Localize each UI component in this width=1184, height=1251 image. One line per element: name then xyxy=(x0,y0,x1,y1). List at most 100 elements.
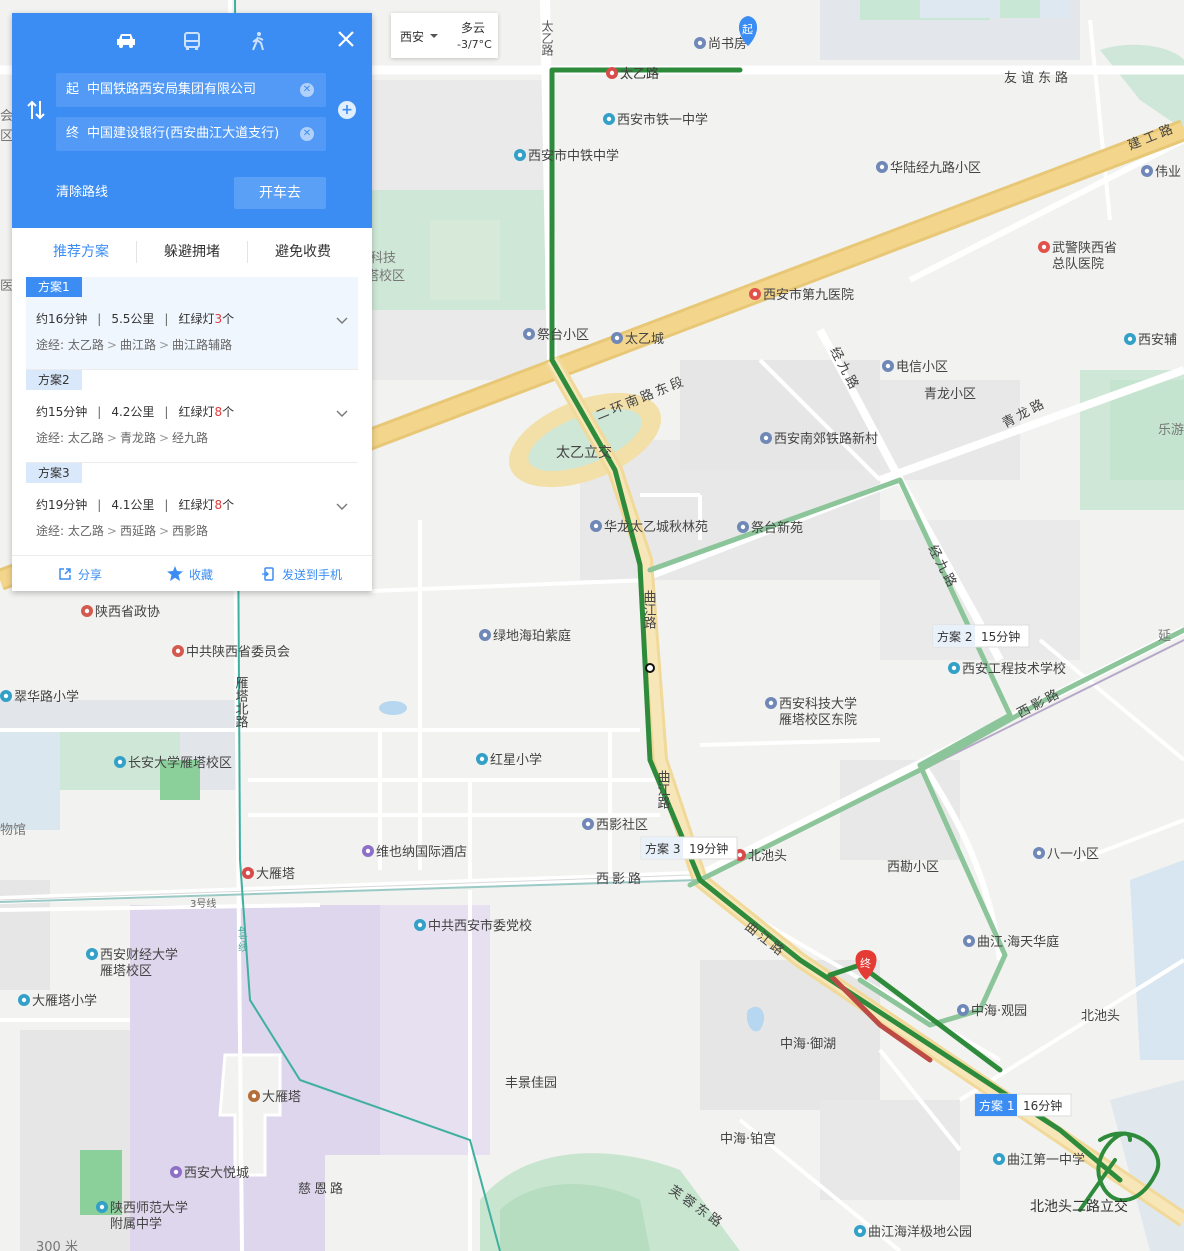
metro-icon-dot xyxy=(245,870,251,876)
plan-time: 约16分钟 xyxy=(36,312,88,326)
plan-time: 约15分钟 xyxy=(36,405,88,419)
poi-label: 西安市铁一中学 xyxy=(617,112,708,128)
plan-tag: 方案3 xyxy=(26,463,82,483)
plan-lights-count: 8 xyxy=(214,405,223,419)
poi-18[interactable]: 绿地海珀紫庭 xyxy=(479,628,571,644)
poi-label: 曲江·海天华庭 xyxy=(977,934,1059,950)
road-label-line3: 3号线 xyxy=(190,897,216,910)
poi-32[interactable]: 西安财经大学 xyxy=(86,947,178,963)
poi-22[interactable]: 雁塔校区东院 xyxy=(779,712,857,728)
poi-label: 维也纳国际酒店 xyxy=(376,845,467,860)
poi-2[interactable]: 西安市中铁中学 xyxy=(514,148,619,164)
chevron-down-icon[interactable] xyxy=(336,317,348,325)
poi-21[interactable]: 西安科技大学 xyxy=(765,696,857,712)
chevron-down-icon[interactable] xyxy=(336,410,348,418)
poi-28[interactable]: 西勘小区 xyxy=(887,860,939,875)
poi-11[interactable]: 青龙小区 xyxy=(924,387,976,402)
poi-13[interactable]: 西安南郊铁路新村 xyxy=(760,431,878,447)
metro-icon-dot xyxy=(609,70,615,76)
end-field[interactable]: 终中国建设银行(西安曲江大道支行) ✕ xyxy=(56,117,326,151)
start-field[interactable]: 起中国铁路西安局集团有限公司 ✕ xyxy=(56,73,326,107)
poi-label: 雁塔校区东院 xyxy=(779,712,857,728)
poi-label: 中海·御湖 xyxy=(780,1037,836,1052)
poi-label: 中共西安市委党校 xyxy=(428,918,532,934)
clear-route-link[interactable]: 清除路线 xyxy=(56,181,108,200)
route-label-plan1[interactable]: 方案 1 16分钟 xyxy=(974,1093,1072,1117)
school-icon-dot xyxy=(1127,336,1133,342)
city-selector[interactable]: 西安 xyxy=(400,28,424,45)
route-label-plan3[interactable]: 方案 3 19分钟 xyxy=(640,836,738,860)
poi-17[interactable]: 中共陕西省委员会 xyxy=(172,645,290,660)
poi-37[interactable]: 北池头 xyxy=(1081,1009,1120,1024)
plan-item-3[interactable]: 方案3 约19分钟 | 4.1公里 | 红绿灯8个 途经: 太乙路 > 西延路 > 西影路 xyxy=(26,463,358,555)
poi-label: 祭台小区 xyxy=(537,328,589,343)
bus-icon xyxy=(184,32,200,50)
favorite-button[interactable]: 收藏 xyxy=(167,566,213,583)
poi-7[interactable]: 西安市第九医院 xyxy=(749,287,854,303)
plan-item-2[interactable]: 方案2 约15分钟 | 4.2公里 | 红绿灯8个 途经: 太乙路 > 青龙路 > 经九路 xyxy=(26,370,358,462)
poi-label: 西安辅 xyxy=(1138,333,1177,348)
share-button[interactable]: 分享 xyxy=(58,566,102,583)
poi-35[interactable]: 曲江·海天华庭 xyxy=(963,934,1059,950)
edu-icon-dot xyxy=(117,759,123,765)
poi-56[interactable]: 300 米 xyxy=(36,1240,78,1251)
plan-lights-unit: 个 xyxy=(222,312,235,326)
plan-via-road: 曲江路 xyxy=(119,338,156,352)
tab-avoid-congestion[interactable]: 躲避拥堵 xyxy=(137,237,247,267)
poi-6[interactable]: 总队医院 xyxy=(1052,257,1104,272)
poi-52[interactable]: 乐游 xyxy=(1158,423,1184,438)
close-button[interactable] xyxy=(334,27,358,51)
go-button[interactable]: 开车去 xyxy=(234,177,326,209)
plan-distance: 5.5公里 xyxy=(111,312,155,326)
chevron-down-icon[interactable] xyxy=(336,503,348,511)
poi-label: 附属中学 xyxy=(110,1216,162,1232)
close-icon xyxy=(338,31,354,47)
plan-tag: 方案2 xyxy=(26,370,82,390)
poi-44[interactable]: 陕西师范大学 xyxy=(96,1200,188,1216)
poi-1[interactable]: 西安市铁一中学 xyxy=(603,112,708,128)
poi-31[interactable]: 中共西安市委党校 xyxy=(414,918,532,934)
send-to-phone-button[interactable]: 发送到手机 xyxy=(262,566,342,583)
poi-39[interactable]: 丰景佳园 xyxy=(505,1076,557,1091)
poi-26[interactable]: 维也纳国际酒店 xyxy=(362,845,467,860)
house-icon-dot xyxy=(966,938,972,944)
bus-mode-tab[interactable] xyxy=(178,29,206,55)
poi-label: 西安工程技术学校 xyxy=(962,661,1066,677)
walk-mode-tab[interactable] xyxy=(244,29,272,55)
plan-lights-label: 红绿灯 xyxy=(178,312,215,326)
poi-23[interactable]: 长安大学雁塔校区 xyxy=(114,755,232,771)
caret-down-icon[interactable] xyxy=(430,34,438,38)
plan-tag: 方案1 xyxy=(26,277,82,297)
poi-42[interactable]: 曲江第一中学 xyxy=(993,1152,1085,1168)
poi-14[interactable]: 华龙太乙城秋林苑 xyxy=(590,520,708,535)
gov-icon-dot xyxy=(84,608,90,614)
clear-end-icon[interactable]: ✕ xyxy=(300,127,314,141)
tab-recommended[interactable]: 推荐方案 xyxy=(26,237,136,267)
poi-45[interactable]: 附属中学 xyxy=(110,1216,162,1232)
add-waypoint-icon[interactable]: + xyxy=(338,101,356,119)
plan-via-label: 途经: xyxy=(36,431,65,445)
house-icon-dot xyxy=(482,632,488,638)
send-to-phone-icon xyxy=(262,567,274,581)
poi-label: 西安大悦城 xyxy=(184,1166,249,1181)
road-label-line4: 4号线 xyxy=(236,926,248,952)
poi-46[interactable]: 曲江海洋极地公园 xyxy=(854,1225,972,1240)
tab-avoid-tolls[interactable]: 避免收费 xyxy=(248,237,358,267)
poi-48[interactable]: 物馆 xyxy=(0,823,26,838)
poi-label: 曲江海洋极地公园 xyxy=(868,1225,972,1240)
swap-button[interactable] xyxy=(26,99,46,121)
car-mode-tab[interactable] xyxy=(112,29,140,55)
plan-lights-count: 8 xyxy=(214,498,223,512)
route-label-plan2[interactable]: 方案 2 15分钟 xyxy=(932,624,1030,648)
poi-38[interactable]: 中海·御湖 xyxy=(780,1037,836,1052)
poi-53[interactable]: 科技 xyxy=(370,251,396,266)
clear-start-icon[interactable]: ✕ xyxy=(300,83,314,97)
car-icon xyxy=(117,34,135,48)
poi-3[interactable]: 华陆经九路小区 xyxy=(876,160,981,176)
poi-55[interactable]: 延 xyxy=(1158,629,1171,644)
plan-item-1[interactable]: 方案1 约16分钟 | 5.5公里 | 红绿灯3个 途经: 太乙路 > 曲江路 > 曲江路辅路 xyxy=(26,277,358,369)
favorite-label: 收藏 xyxy=(189,568,214,582)
poi-19[interactable]: 西安工程技术学校 xyxy=(948,661,1066,677)
poi-33[interactable]: 雁塔校区 xyxy=(100,963,152,979)
poi-41[interactable]: 中海·铂宫 xyxy=(720,1131,776,1147)
